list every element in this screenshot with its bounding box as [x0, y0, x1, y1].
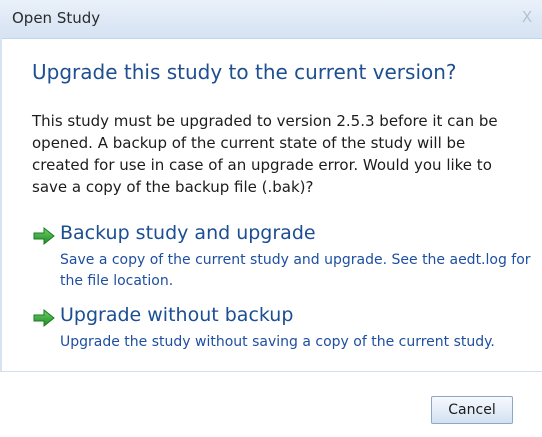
green-arrow-icon	[33, 226, 55, 246]
dialog-heading: Upgrade this study to the current versio…	[32, 60, 457, 84]
upgrade-without-backup-option[interactable]: Upgrade without backup Upgrade the study…	[32, 304, 532, 353]
option-description: Save a copy of the current study and upg…	[60, 252, 531, 289]
close-button[interactable]: X	[516, 6, 538, 28]
option-description: Upgrade the study without saving a copy …	[60, 334, 495, 350]
backup-and-upgrade-option[interactable]: Backup study and upgrade Save a copy of …	[32, 222, 532, 292]
window-title: Open Study	[12, 9, 101, 27]
cancel-button[interactable]: Cancel	[431, 396, 513, 424]
open-study-dialog: Open Study X Upgrade this study to the c…	[0, 0, 542, 437]
close-icon: X	[521, 8, 533, 26]
option-title[interactable]: Backup study and upgrade	[60, 222, 316, 244]
green-arrow-icon	[33, 308, 55, 328]
option-title[interactable]: Upgrade without backup	[60, 304, 293, 326]
title-bar: Open Study X	[0, 0, 542, 39]
dialog-footer: Cancel	[0, 371, 542, 437]
dialog-message: This study must be upgraded to version 2…	[32, 112, 498, 196]
